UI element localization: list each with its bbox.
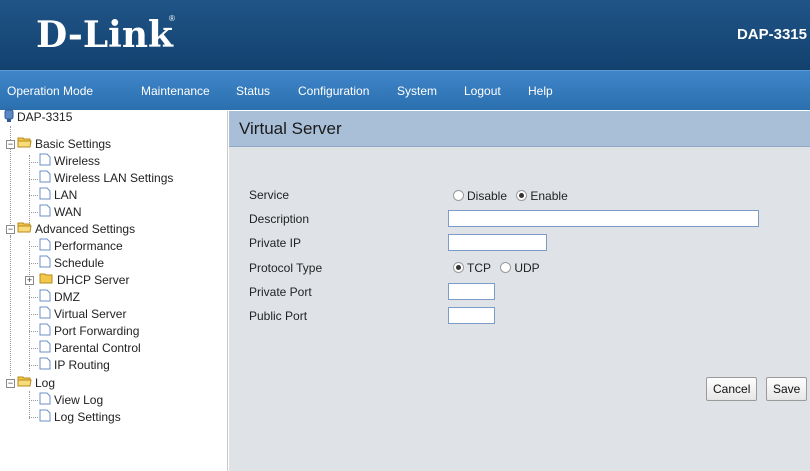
open-folder-icon: [17, 221, 32, 238]
registered-mark: ®: [169, 14, 175, 23]
nav-operation-mode[interactable]: Operation Mode: [7, 84, 93, 98]
header-banner: D-Link ® DAP-3315: [0, 0, 810, 70]
tree-log[interactable]: Log: [17, 375, 55, 392]
page-icon: [39, 409, 51, 427]
tree-advanced-settings-label: Advanced Settings: [35, 222, 136, 236]
tree-item-view-log-label: View Log: [54, 393, 104, 408]
protocol-udp-radio[interactable]: [500, 262, 512, 273]
page-icon: [39, 289, 51, 307]
page-icon: [39, 238, 51, 256]
private-ip-input[interactable]: [448, 234, 547, 251]
device-icon: [4, 109, 14, 127]
tree-item-ip-routing-label: IP Routing: [54, 358, 110, 373]
tree-item-view-log[interactable]: View Log: [39, 392, 103, 409]
protocol-tcp-label: TCP: [467, 261, 491, 275]
tree-item-lan[interactable]: LAN: [39, 187, 77, 204]
panel-header: Virtual Server: [229, 111, 810, 147]
page-icon: [39, 187, 51, 205]
open-folder-icon: [17, 136, 32, 153]
navigation-tree: DAP-3315 − Basic Settings Wireless Wirel…: [0, 109, 228, 471]
private-port-input[interactable]: [448, 283, 495, 300]
protocol-radio-group: TCP UDP: [453, 261, 546, 275]
service-label: Service: [249, 188, 290, 202]
collapse-advanced-settings-icon[interactable]: −: [6, 225, 15, 234]
tree-item-performance-label: Performance: [54, 239, 123, 254]
protocol-type-label: Protocol Type: [249, 261, 323, 275]
nav-help[interactable]: Help: [528, 84, 553, 98]
save-button[interactable]: Save: [766, 377, 808, 401]
tree-item-wireless-label: Wireless: [54, 154, 101, 169]
tree-dhcp-server[interactable]: DHCP Server: [39, 272, 129, 289]
tree-item-wan[interactable]: WAN: [39, 204, 82, 221]
private-ip-label: Private IP: [249, 236, 302, 250]
page-icon: [39, 204, 51, 222]
page-icon: [39, 323, 51, 341]
page-icon: [39, 306, 51, 324]
service-disable-label: Disable: [467, 189, 508, 203]
service-disable-radio[interactable]: [453, 190, 464, 201]
service-enable-radio[interactable]: [516, 190, 528, 201]
nav-maintenance[interactable]: Maintenance: [141, 84, 210, 98]
service-enable-label: Enable: [530, 189, 568, 203]
content-panel: Virtual Server Service Disable Enable De…: [229, 111, 810, 471]
collapse-log-icon[interactable]: −: [6, 379, 15, 388]
tree-basic-settings-label: Basic Settings: [35, 137, 112, 151]
tree-dhcp-server-label: DHCP Server: [57, 273, 130, 287]
public-port-input[interactable]: [448, 307, 495, 324]
tree-root-label: DAP-3315: [17, 110, 73, 125]
tree-item-ip-routing[interactable]: IP Routing: [39, 357, 110, 374]
nav-configuration[interactable]: Configuration: [298, 84, 369, 98]
cancel-button[interactable]: Cancel: [706, 377, 758, 401]
tree-advanced-settings[interactable]: Advanced Settings: [17, 221, 135, 238]
tree-root[interactable]: DAP-3315: [4, 109, 72, 126]
dlink-logo: D-Link: [36, 14, 173, 56]
nav-system[interactable]: System: [397, 84, 437, 98]
page-icon: [39, 170, 51, 188]
description-input[interactable]: [448, 210, 759, 227]
tree-item-port-forwarding-label: Port Forwarding: [54, 324, 140, 339]
model-name: DAP-3315: [736, 26, 807, 43]
tree-item-schedule-label: Schedule: [54, 256, 105, 271]
tree-item-virtual-server[interactable]: Virtual Server: [39, 306, 126, 323]
page-icon: [39, 255, 51, 273]
public-port-label: Public Port: [249, 309, 308, 323]
expand-dhcp-server-icon[interactable]: +: [25, 276, 34, 285]
tree-item-schedule[interactable]: Schedule: [39, 255, 104, 272]
tree-item-wireless-lan-settings[interactable]: Wireless LAN Settings: [39, 170, 173, 187]
tree-item-dmz[interactable]: DMZ: [39, 289, 80, 306]
tree-item-parental-control[interactable]: Parental Control: [39, 340, 141, 357]
page-icon: [39, 153, 51, 171]
tree-item-log-settings[interactable]: Log Settings: [39, 409, 121, 426]
tree-item-wan-label: WAN: [54, 205, 82, 220]
description-label: Description: [249, 212, 310, 226]
page-icon: [39, 357, 51, 375]
tree-item-performance[interactable]: Performance: [39, 238, 123, 255]
folder-icon: [39, 272, 54, 289]
tree-item-dmz-label: DMZ: [54, 290, 80, 305]
nav-status[interactable]: Status: [236, 84, 270, 98]
service-radio-group: Disable Enable: [453, 189, 574, 203]
page-icon: [39, 392, 51, 410]
top-navigation: Operation Mode Maintenance Status Config…: [0, 70, 810, 110]
tree-item-wireless-lan-settings-label: Wireless LAN Settings: [54, 171, 174, 186]
tree-basic-settings[interactable]: Basic Settings: [17, 136, 111, 153]
tree-item-virtual-server-label: Virtual Server: [54, 307, 127, 322]
tree-item-lan-label: LAN: [54, 188, 78, 203]
protocol-tcp-radio[interactable]: [453, 262, 464, 273]
tree-item-log-settings-label: Log Settings: [54, 410, 121, 425]
collapse-basic-settings-icon[interactable]: −: [6, 140, 15, 149]
tree-item-port-forwarding[interactable]: Port Forwarding: [39, 323, 139, 340]
tree-log-label: Log: [35, 376, 56, 390]
tree-item-wireless[interactable]: Wireless: [39, 153, 100, 170]
page-title: Virtual Server: [239, 119, 342, 138]
page-icon: [39, 340, 51, 358]
private-port-label: Private Port: [249, 285, 312, 299]
protocol-udp-label: UDP: [514, 261, 540, 275]
tree-item-parental-control-label: Parental Control: [54, 341, 141, 356]
nav-logout[interactable]: Logout: [464, 84, 501, 98]
open-folder-icon: [17, 375, 32, 392]
